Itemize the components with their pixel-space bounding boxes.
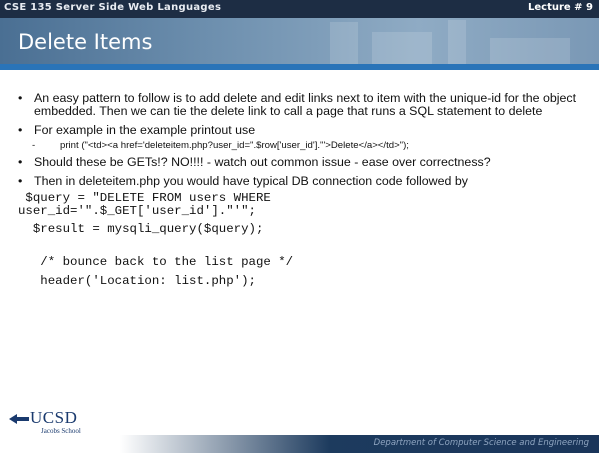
department-name: Department of Computer Science and Engin… [373,438,589,448]
slide-body: An easy pattern to follow is to add dele… [18,92,588,288]
code-header-redirect: header('Location: list.php'); [18,274,256,288]
sub-bullet-dash: - [32,140,36,151]
sub-bullet-print-code: - print ("<td><a href='deleteitem.php?us… [30,141,588,151]
code-result: $result = mysqli_query($query); [18,222,264,236]
bullet-gets-warning: Should these be GETs!? NO!!!! - watch ou… [18,156,588,170]
print-code-text: print ("<td><a href='deleteitem.php?user… [60,140,409,151]
code-query: $query = "DELETE FROM users WHERE user_i… [18,191,271,218]
header-bar: CSE 135 Server Side Web Languages Lectur… [0,0,599,18]
logo-name: UCSD [30,408,78,427]
lecture-number: Lecture # 9 [528,2,593,13]
course-title: CSE 135 Server Side Web Languages [4,2,222,13]
title-underline [0,64,599,70]
slide-title: Delete Items [18,30,153,54]
bullet-deleteitem: Then in deleteitem.php you would have ty… [18,175,588,189]
bullet-delete-pattern: An easy pattern to follow is to add dele… [18,92,588,118]
logo-subtitle: Jacobs School [41,427,81,435]
code-comment: /* bounce back to the list page */ [18,255,294,269]
trident-icon [9,414,29,424]
bullet-example: For example in the example printout use [18,124,588,138]
